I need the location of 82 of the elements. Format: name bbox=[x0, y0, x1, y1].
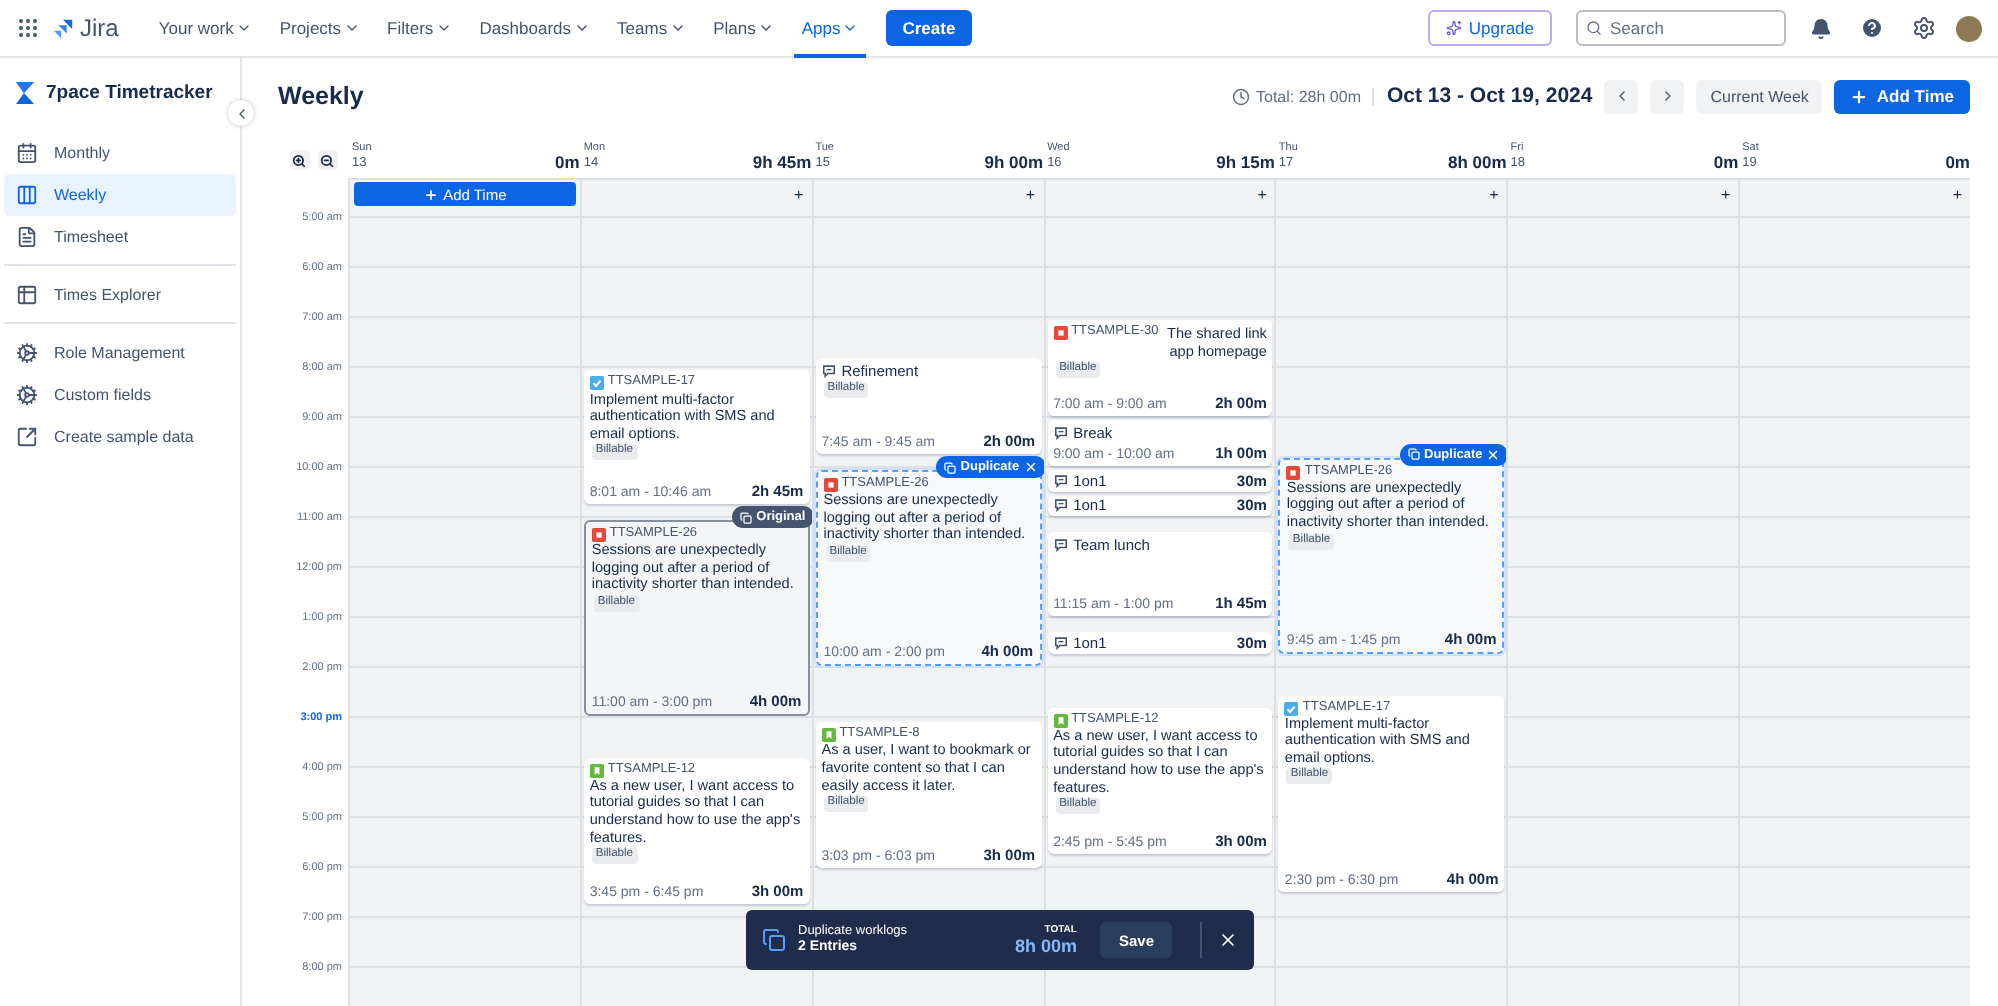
zoom-in-icon bbox=[292, 153, 306, 167]
search-field[interactable]: Search bbox=[1576, 10, 1786, 46]
day-total: 9h 15m bbox=[1216, 152, 1275, 174]
calendar-icon bbox=[16, 142, 38, 164]
chevron-down-icon bbox=[842, 20, 859, 36]
sidebar-item[interactable]: Create sample data bbox=[4, 416, 236, 458]
upgrade-button[interactable]: Upgrade bbox=[1428, 10, 1552, 46]
chevron-down-icon bbox=[343, 20, 360, 36]
day-total: 0m bbox=[1945, 152, 1970, 174]
page-title: Weekly bbox=[278, 82, 366, 110]
add-time-button[interactable]: Add Time bbox=[1834, 79, 1970, 113]
sidebar-item[interactable]: Weekly bbox=[4, 174, 236, 216]
chat-bubble-icon bbox=[821, 363, 836, 378]
app-switcher-icon[interactable] bbox=[16, 16, 40, 40]
day-total: 9h 45m bbox=[752, 152, 812, 174]
chevron-down-icon bbox=[435, 20, 452, 36]
nav-menu[interactable]: Teams bbox=[609, 0, 694, 57]
chevron-down-icon bbox=[757, 20, 774, 36]
avatar[interactable] bbox=[1956, 15, 1982, 41]
sidebar-item[interactable]: Role Management bbox=[4, 332, 236, 374]
chat-bubble-icon bbox=[1053, 473, 1068, 488]
settings-icon[interactable] bbox=[1912, 16, 1936, 40]
add-button[interactable]: + bbox=[1948, 185, 1966, 203]
sidebar-item[interactable]: Timesheet bbox=[4, 216, 236, 258]
close-button[interactable] bbox=[1200, 922, 1238, 958]
nav-menu[interactable]: Projects bbox=[271, 0, 368, 57]
table-icon bbox=[16, 284, 38, 306]
day-total: 0m bbox=[1713, 152, 1739, 174]
copy-icon bbox=[944, 461, 957, 473]
add-button[interactable]: + bbox=[1021, 185, 1040, 203]
close-icon[interactable] bbox=[1023, 460, 1038, 474]
plus-icon bbox=[423, 187, 438, 201]
gear-icon bbox=[16, 384, 38, 406]
chat-bubble-icon bbox=[1053, 636, 1068, 650]
create-button[interactable]: Create bbox=[886, 10, 972, 46]
product-name: Jira bbox=[80, 14, 119, 42]
search-icon bbox=[1586, 20, 1602, 36]
copy-icon bbox=[740, 511, 753, 523]
sparkle-icon bbox=[1446, 20, 1463, 36]
sidebar-item[interactable]: Times Explorer bbox=[4, 274, 236, 316]
nav-menu[interactable]: Dashboards bbox=[471, 0, 598, 57]
add-button[interactable]: + bbox=[1716, 185, 1735, 203]
chevron-down-icon bbox=[235, 20, 252, 36]
zoom-out-button[interactable] bbox=[317, 150, 337, 170]
day-total: 8h 00m bbox=[1447, 152, 1507, 174]
copy-icon bbox=[762, 928, 786, 952]
total-value: 8h 00m bbox=[1014, 935, 1077, 957]
copy-icon bbox=[1408, 448, 1421, 461]
columns-icon bbox=[16, 184, 38, 206]
close-icon bbox=[1218, 930, 1238, 950]
clock-icon bbox=[1232, 87, 1250, 105]
app-title: 7pace Timetracker bbox=[46, 82, 213, 104]
plus-icon bbox=[1850, 87, 1869, 105]
zoom-in-button[interactable] bbox=[289, 150, 309, 170]
sidebar-item[interactable]: Custom fields bbox=[4, 374, 236, 416]
logo-icon bbox=[52, 17, 74, 39]
nav-menu[interactable]: Apps bbox=[793, 0, 867, 57]
nav-menu[interactable]: Plans bbox=[705, 0, 782, 57]
bell-icon[interactable] bbox=[1810, 17, 1832, 39]
total-text: Total: 28h 00m bbox=[1232, 87, 1375, 105]
chevron-down-icon bbox=[669, 20, 686, 36]
day-total: 9h 00m bbox=[984, 152, 1044, 174]
gear-icon bbox=[16, 342, 38, 364]
add-button[interactable]: + bbox=[1253, 185, 1271, 203]
date-range: Oct 13 - Oct 19, 2024 bbox=[1386, 84, 1593, 108]
nav-menu[interactable]: Filters bbox=[379, 0, 460, 57]
chat-bubble-icon bbox=[1053, 498, 1068, 513]
nav-menu[interactable]: Your work bbox=[150, 0, 260, 57]
zoom-out-icon bbox=[320, 153, 334, 167]
chat-bubble-icon bbox=[1053, 426, 1068, 440]
day-total: 0m bbox=[555, 152, 580, 174]
document-icon bbox=[16, 226, 38, 248]
external-link-icon bbox=[16, 426, 38, 448]
logo-icon bbox=[16, 82, 34, 104]
add-button[interactable]: + bbox=[790, 185, 808, 203]
chat-bubble-icon bbox=[1053, 538, 1068, 553]
sidebar-item[interactable]: Monthly bbox=[4, 132, 236, 174]
add-button[interactable]: + bbox=[1485, 185, 1503, 203]
current-week-button[interactable]: Current Week bbox=[1696, 79, 1823, 113]
close-icon[interactable] bbox=[1486, 447, 1501, 462]
help-icon[interactable] bbox=[1860, 16, 1884, 40]
chevron-down-icon bbox=[573, 20, 590, 36]
